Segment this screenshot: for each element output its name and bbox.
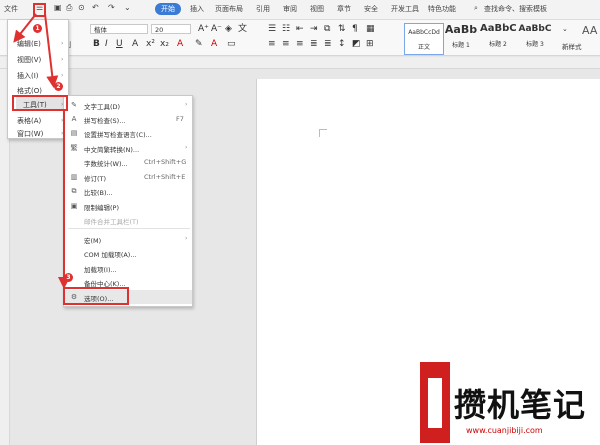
step-badge-2: 2 [54, 82, 63, 91]
watermark-title: 攒机笔记 [454, 386, 587, 424]
watermark-url: www.cuanjibiji.com [466, 426, 543, 435]
step-badge-1: 1 [33, 24, 42, 33]
logo-mark [420, 362, 450, 443]
step-badge-3: 3 [64, 273, 73, 282]
watermark-logo: 攒机笔记 www.cuanjibiji.com [420, 362, 600, 445]
arrow-step-2 [44, 13, 59, 88]
